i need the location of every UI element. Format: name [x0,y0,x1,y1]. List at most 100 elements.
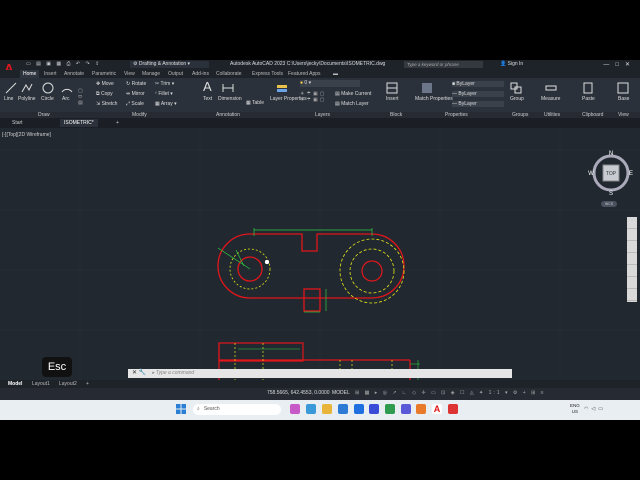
command-input[interactable]: ▸ Type a command [152,370,507,377]
layer-properties-icon[interactable] [276,82,288,94]
polyline-button[interactable]: Polyline [18,96,36,102]
tab-view[interactable]: View [124,70,135,78]
nav-extra-icon[interactable] [627,277,637,289]
paste-button[interactable]: Paste [582,96,595,102]
tab-layout1[interactable]: Layout1 [28,380,54,388]
nav-extra2-icon[interactable] [627,289,637,301]
linetype-dropdown[interactable]: — ByLayer [452,101,504,107]
dimension-button[interactable]: Dimension [218,96,242,102]
insert-icon[interactable] [386,82,398,94]
file-explorer-icon[interactable] [322,404,332,414]
save-icon[interactable]: ▣ [46,61,51,67]
pan-icon[interactable] [627,229,637,241]
workspace-dropdown[interactable]: ⚙ Drafting & Annotation ▾ [130,61,209,68]
measure-button[interactable]: Measure [541,96,560,102]
compass-w[interactable]: W [588,171,594,177]
arc-icon[interactable] [61,82,73,94]
copilot-icon[interactable] [290,404,300,414]
compass-n[interactable]: N [609,151,613,157]
tab-output[interactable]: Output [168,70,183,78]
undo-icon[interactable]: ↶ [76,61,80,67]
color-dropdown[interactable]: ■ ByLayer [452,81,504,87]
text-button[interactable]: Text [203,96,212,102]
dimension-icon[interactable] [222,82,234,94]
window-controls[interactable]: —□✕ [603,61,636,68]
match-layer-button[interactable]: ▤ Match Layer [335,101,369,107]
tab-express-tools[interactable]: Express Tools [252,70,283,78]
measure-icon[interactable] [545,82,557,94]
trim-button[interactable]: ✂ Trim ▾ [155,81,174,87]
new-tab-icon[interactable]: + [112,119,123,127]
layer-tool-icons[interactable]: ☀☂▣▢ ☀☂▣▢ [300,91,326,103]
teams-icon[interactable] [401,404,411,414]
circle-icon[interactable] [42,82,54,94]
tab-addins[interactable]: Add-ins [192,70,209,78]
add-layout-icon[interactable]: + [82,380,93,388]
group-button[interactable]: Group [510,96,524,102]
new-icon[interactable]: ▭ [26,61,31,67]
make-current-button[interactable]: ▤ Make Current [335,91,371,97]
edge-icon[interactable] [338,404,348,414]
tab-isometric[interactable]: ISOMETRIC* [60,119,98,127]
task-view-icon[interactable] [306,404,316,414]
circle-button[interactable]: Circle [41,96,54,102]
match-properties-button[interactable]: Match Properties [415,96,453,102]
quick-access-toolbar[interactable]: ▭ ▤ ▣ ▦ ⎙ ↶ ↷ ⇪ [26,61,103,67]
command-close-icon[interactable]: ✕ 🔧 [132,369,146,376]
tab-manage[interactable]: Manage [142,70,160,78]
open-icon[interactable]: ▤ [36,61,41,67]
autocad-taskbar-icon[interactable]: A [432,404,442,414]
plot-icon[interactable]: ⎙ [67,61,71,67]
line-button[interactable]: Line [4,96,13,102]
base-button[interactable]: Base [618,96,629,102]
viewcube-top[interactable]: TOP [606,171,617,177]
tab-model[interactable]: Model [4,380,26,388]
tab-collaborate[interactable]: Collaborate [216,70,242,78]
status-toggle-icons[interactable]: ⊞ ▦ ▸ ◎ ↗ ∟ ◇ ✛ ▭ ⊡ ◈ ☐ ◬ ✦ 1:1 ▾ ⚙ + ⊞ … [355,390,546,396]
scale-button[interactable]: ⤢ Scale [126,101,144,107]
tab-featured-apps[interactable]: Featured Apps [288,70,321,78]
xbox-icon[interactable] [385,404,395,414]
search-input[interactable]: Type a keyword or phrase [404,61,483,68]
tab-annotate[interactable]: Annotate [64,70,84,78]
nav-full-icon[interactable] [627,217,637,229]
mail-icon[interactable] [354,404,364,414]
paste-icon[interactable] [582,82,594,94]
array-button[interactable]: ▦ Array ▾ [155,101,177,107]
text-icon[interactable]: A [203,79,212,94]
arc-button[interactable]: Arc [62,96,70,102]
tab-home[interactable]: Home [20,70,40,78]
lineweight-dropdown[interactable]: — ByLayer [452,91,504,97]
share-icon[interactable]: ⇪ [95,61,99,67]
line-icon[interactable] [5,82,17,94]
tab-parametric[interactable]: Parametric [92,70,116,78]
part-outline[interactable] [217,233,405,312]
viewport-controls[interactable]: [-][Top][2D Wireframe] [2,132,51,138]
zoom-icon[interactable] [627,241,637,253]
sign-in-button[interactable]: 👤 Sign In [500,61,523,67]
tab-insert[interactable]: Insert [44,70,57,78]
table-button[interactable]: ▦ Table [246,100,264,106]
firefox-icon[interactable] [416,404,426,414]
coordinates-readout[interactable]: 758.5665, 642.4553, 0.0000 [267,390,330,396]
windows-start-icon[interactable] [176,404,186,414]
move-button[interactable]: ✥ Move [96,81,114,87]
chrome-icon[interactable] [448,404,458,414]
viewcube[interactable]: TOP N S W E [588,150,634,196]
right-bore[interactable] [361,260,383,282]
ribbon-toggle-icon[interactable]: ▬ [333,70,338,78]
compass-s[interactable]: S [609,191,613,196]
model-space-toggle[interactable]: MODEL [332,390,350,396]
wcs-menu[interactable]: WCS [601,201,617,207]
redo-icon[interactable]: ↷ [86,61,90,67]
draw-extra-icons[interactable]: ▢ ⬭ ▤ [78,88,83,106]
base-icon[interactable] [617,82,629,94]
fillet-button[interactable]: ◜ Fillet ▾ [155,91,173,97]
language-indicator[interactable]: ENG US [570,403,580,415]
insert-button[interactable]: Insert [386,96,399,102]
compass-e[interactable]: E [629,171,633,177]
copy-button[interactable]: ⧉ Copy [96,91,113,97]
polyline-icon[interactable] [21,82,33,94]
orbit-icon[interactable] [627,253,637,265]
store-icon[interactable] [369,404,379,414]
